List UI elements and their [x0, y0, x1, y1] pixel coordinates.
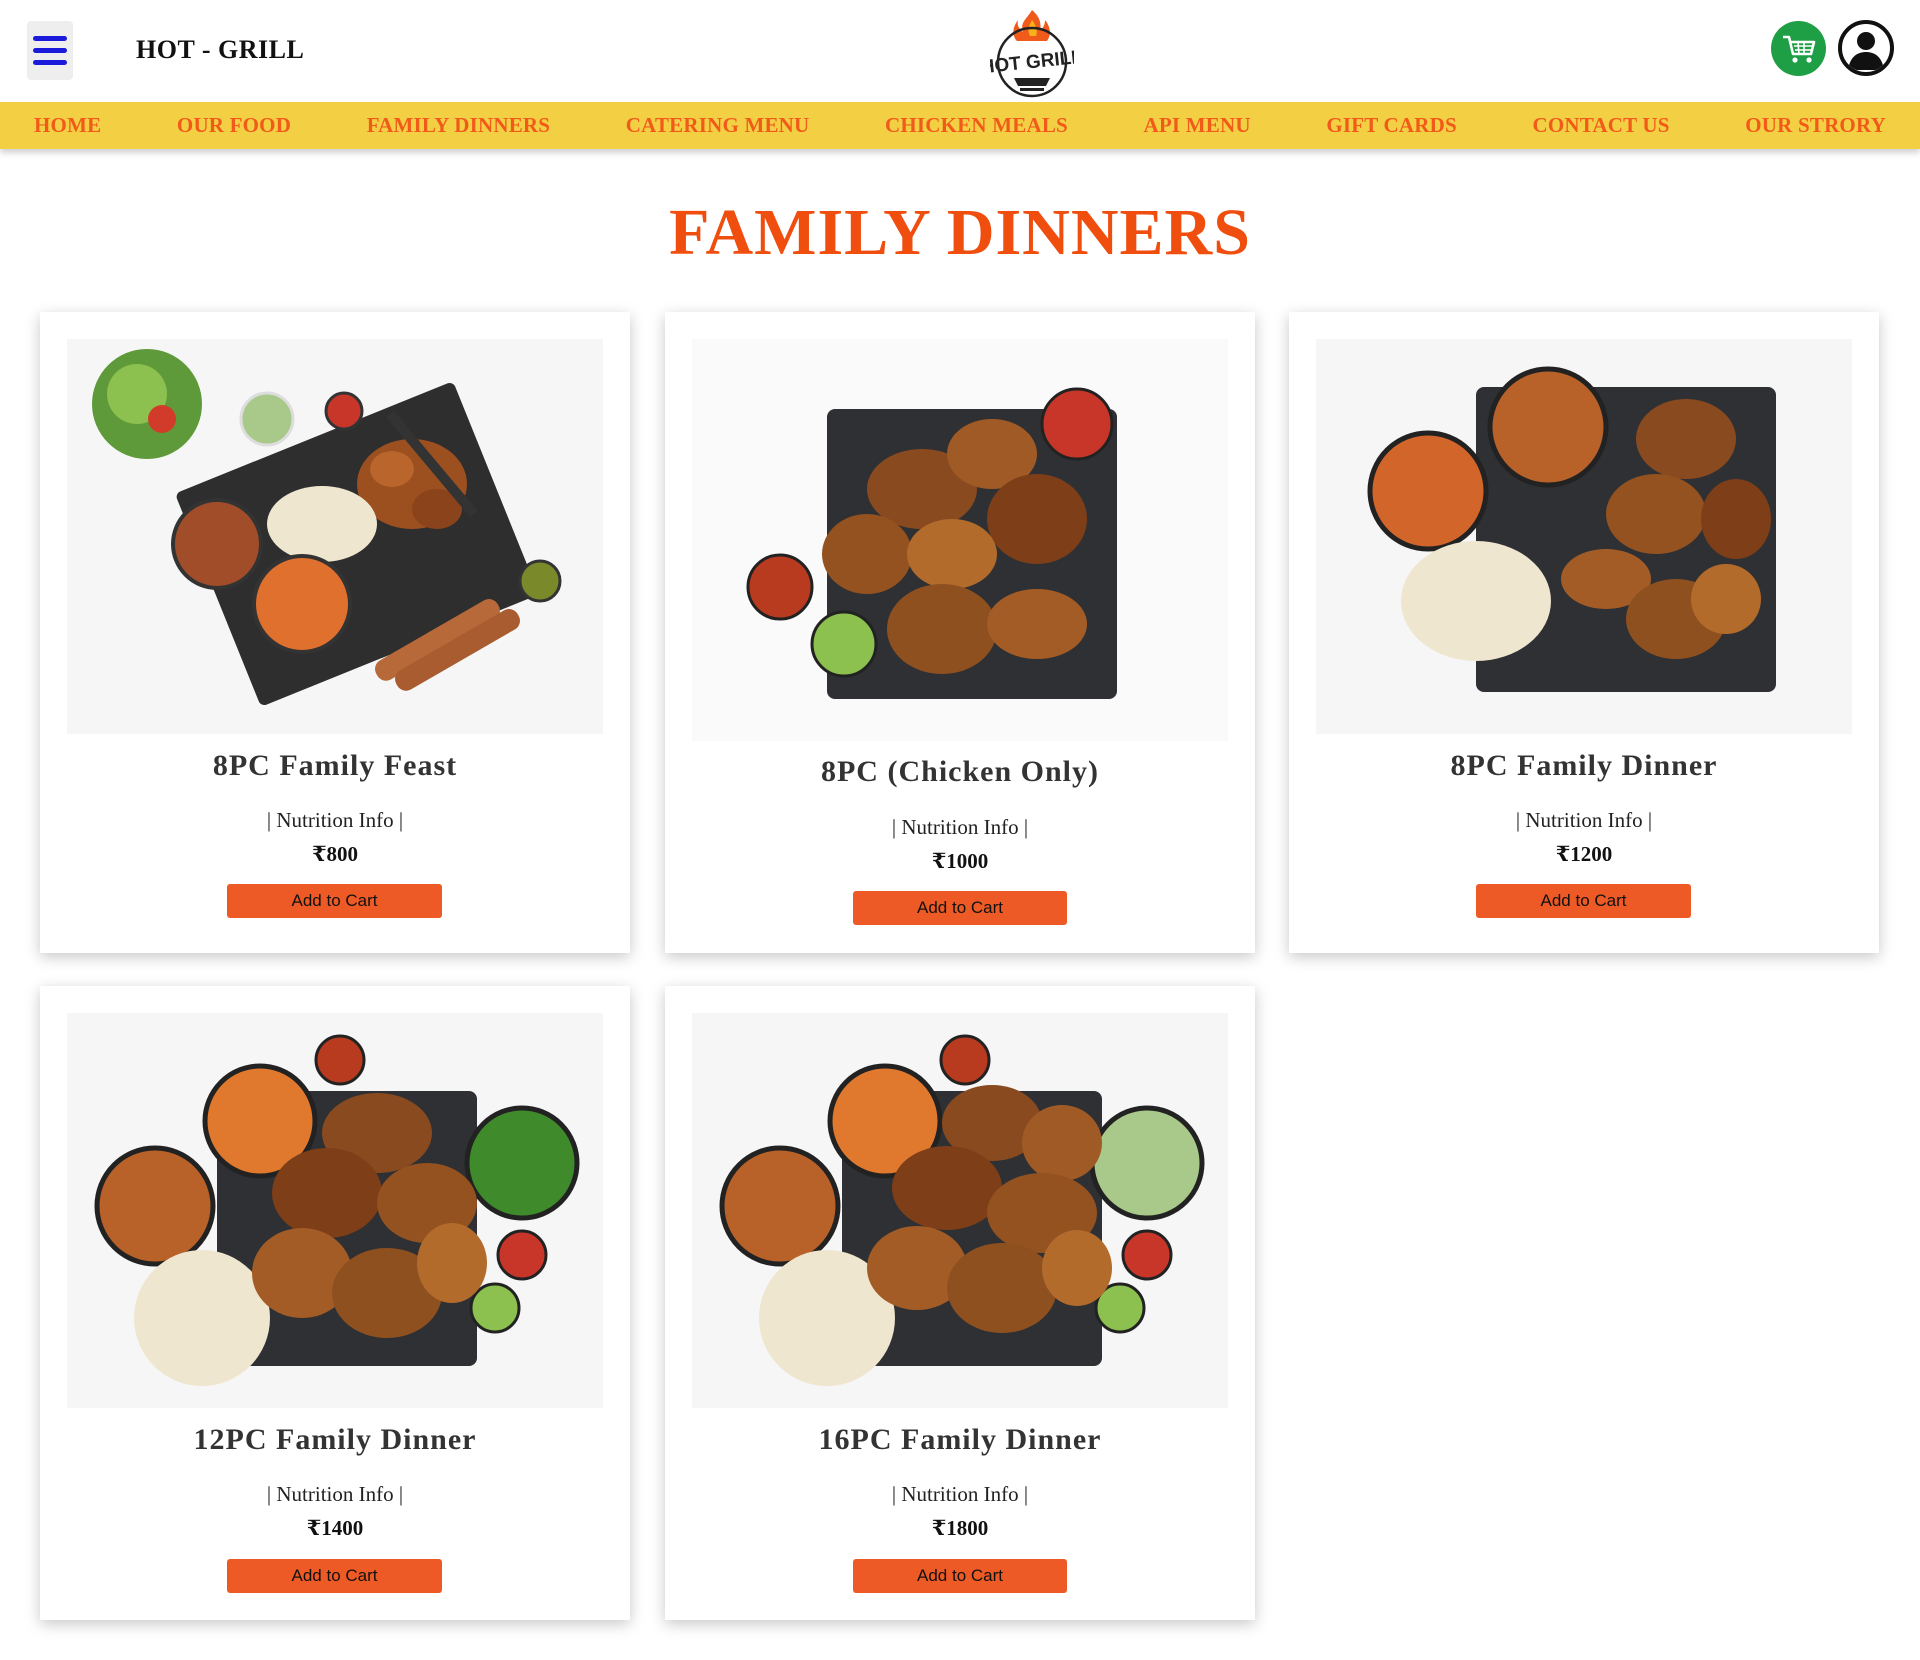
product-image [67, 339, 603, 734]
nutrition-info-link[interactable]: | Nutrition Info | [665, 1482, 1255, 1507]
logo-text: HOT GRILL [990, 47, 1074, 79]
nav-home[interactable]: HOME [34, 113, 101, 138]
product-price: ₹1000 [931, 849, 989, 873]
product-card: 8PC Family Feast | Nutrition Info | ₹800… [40, 312, 630, 953]
product-name: 8PC Family Feast [212, 749, 458, 782]
shopping-cart-icon[interactable] [1771, 21, 1826, 76]
add-to-cart-button[interactable]: Add to Cart [1476, 884, 1691, 918]
nav-contact-us[interactable]: CONTACT US [1532, 113, 1669, 138]
nutrition-info-link[interactable]: | Nutrition Info | [40, 1482, 630, 1507]
product-card: 8PC Family Dinner | Nutrition Info | ₹12… [1289, 312, 1879, 953]
product-card: 12PC Family Dinner | Nutrition Info | ₹1… [40, 986, 630, 1620]
add-to-cart-button[interactable]: Add to Cart [853, 1559, 1067, 1593]
nutrition-info-link[interactable]: | Nutrition Info | [665, 815, 1255, 840]
hot-grill-logo[interactable]: HOT GRILL [990, 6, 1074, 98]
add-to-cart-button[interactable]: Add to Cart [853, 891, 1067, 925]
product-price: ₹1800 [931, 1516, 989, 1540]
brand-name: HOT - GRILL [136, 35, 305, 64]
nav-our-story[interactable]: OUR STRORY [1745, 113, 1886, 138]
product-image [67, 1013, 603, 1408]
hamburger-menu-icon[interactable] [27, 21, 73, 80]
user-account-icon[interactable] [1838, 20, 1894, 76]
site-header: HOT - GRILL HOT GRILL [0, 0, 1920, 102]
product-card: 8PC (Chicken Only) | Nutrition Info | ₹1… [665, 312, 1255, 953]
product-price: ₹800 [311, 842, 359, 866]
nutrition-info-link[interactable]: | Nutrition Info | [1289, 808, 1879, 833]
product-name: 8PC (Chicken Only) [820, 755, 1099, 788]
product-image [692, 339, 1228, 741]
add-to-cart-button[interactable]: Add to Cart [227, 884, 442, 918]
nutrition-info-link[interactable]: | Nutrition Info | [40, 808, 630, 833]
page-title: FAMILY DINNERS [669, 196, 1251, 269]
nav-catering-menu[interactable]: CATERING MENU [626, 113, 810, 138]
add-to-cart-button[interactable]: Add to Cart [227, 1559, 442, 1593]
main-navigation: HOME OUR FOOD FAMILY DINNERS CATERING ME… [0, 102, 1920, 149]
nav-gift-cards[interactable]: GIFT CARDS [1326, 113, 1457, 138]
product-image [692, 1013, 1228, 1408]
product-price: ₹1400 [306, 1516, 364, 1540]
nav-our-food[interactable]: OUR FOOD [177, 113, 291, 138]
nav-family-dinners[interactable]: FAMILY DINNERS [367, 113, 550, 138]
product-name: 16PC Family Dinner [818, 1423, 1102, 1456]
product-card: 16PC Family Dinner | Nutrition Info | ₹1… [665, 986, 1255, 1620]
product-image [1316, 339, 1852, 734]
nav-api-menu[interactable]: API MENU [1144, 113, 1251, 138]
product-name: 12PC Family Dinner [193, 1423, 477, 1456]
product-price: ₹1200 [1555, 842, 1613, 866]
nav-chicken-meals[interactable]: CHICKEN MEALS [885, 113, 1068, 138]
product-name: 8PC Family Dinner [1450, 749, 1718, 782]
